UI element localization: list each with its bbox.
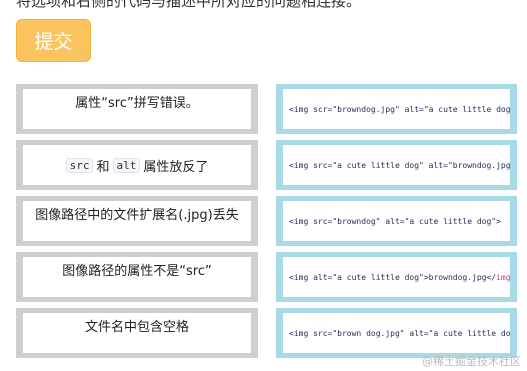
watermark: @稀土掘金技术社区	[422, 355, 521, 368]
code-item[interactable]: <img scr="browndog.jpg" alt="a cute litt…	[276, 84, 517, 134]
option-item[interactable]: 属性“src”拼写错误。	[16, 84, 258, 134]
submit-button[interactable]: 提交	[16, 19, 91, 62]
option-item[interactable]: 图像路径中的文件扩展名(.jpg)丢失	[16, 196, 258, 246]
code-chip-src: src	[65, 157, 94, 173]
option-label: 图像路径中的文件扩展名(.jpg)丢失	[35, 208, 239, 223]
code-snippet: <img src="browndog" alt="a cute little d…	[289, 216, 501, 226]
code-snippet: <img alt="a cute little dog">browndog.jp…	[289, 272, 497, 282]
code-chip-alt: alt	[112, 157, 141, 173]
option-label: 属性放反了	[143, 159, 209, 175]
code-item[interactable]: <img alt="a cute little dog">browndog.jp…	[276, 252, 517, 302]
code-snippet: <img scr="browndog.jpg" alt="a cute litt…	[289, 104, 510, 114]
option-item[interactable]: src 和 alt 属性放反了	[16, 140, 258, 190]
code-item[interactable]: <img src="browndog" alt="a cute little d…	[276, 196, 517, 246]
option-item[interactable]: 图像路径的属性不是“src”	[16, 252, 258, 302]
code-snippet: <img src="a cute little dog" alt="brownd…	[289, 160, 510, 170]
code-snippet-closing-tag: img	[496, 272, 510, 282]
option-item[interactable]: 文件名中包含空格	[16, 308, 258, 358]
option-label: 图像路径的属性不是“src”	[62, 264, 212, 279]
code-item[interactable]: <img src="a cute little dog" alt="brownd…	[276, 140, 517, 190]
code-item[interactable]: <img src="brown dog.jpg" alt="a cute lit…	[276, 308, 517, 358]
option-label: 文件名中包含空格	[84, 320, 189, 335]
option-label: 属性“src”拼写错误。	[75, 96, 199, 111]
code-snippet: <img src="brown dog.jpg" alt="a cute lit…	[289, 328, 510, 338]
instruction-text: 将选项和右侧的代码与描述中所对应的问题相连接。	[16, 0, 362, 10]
option-label-conj: 和	[96, 159, 110, 175]
